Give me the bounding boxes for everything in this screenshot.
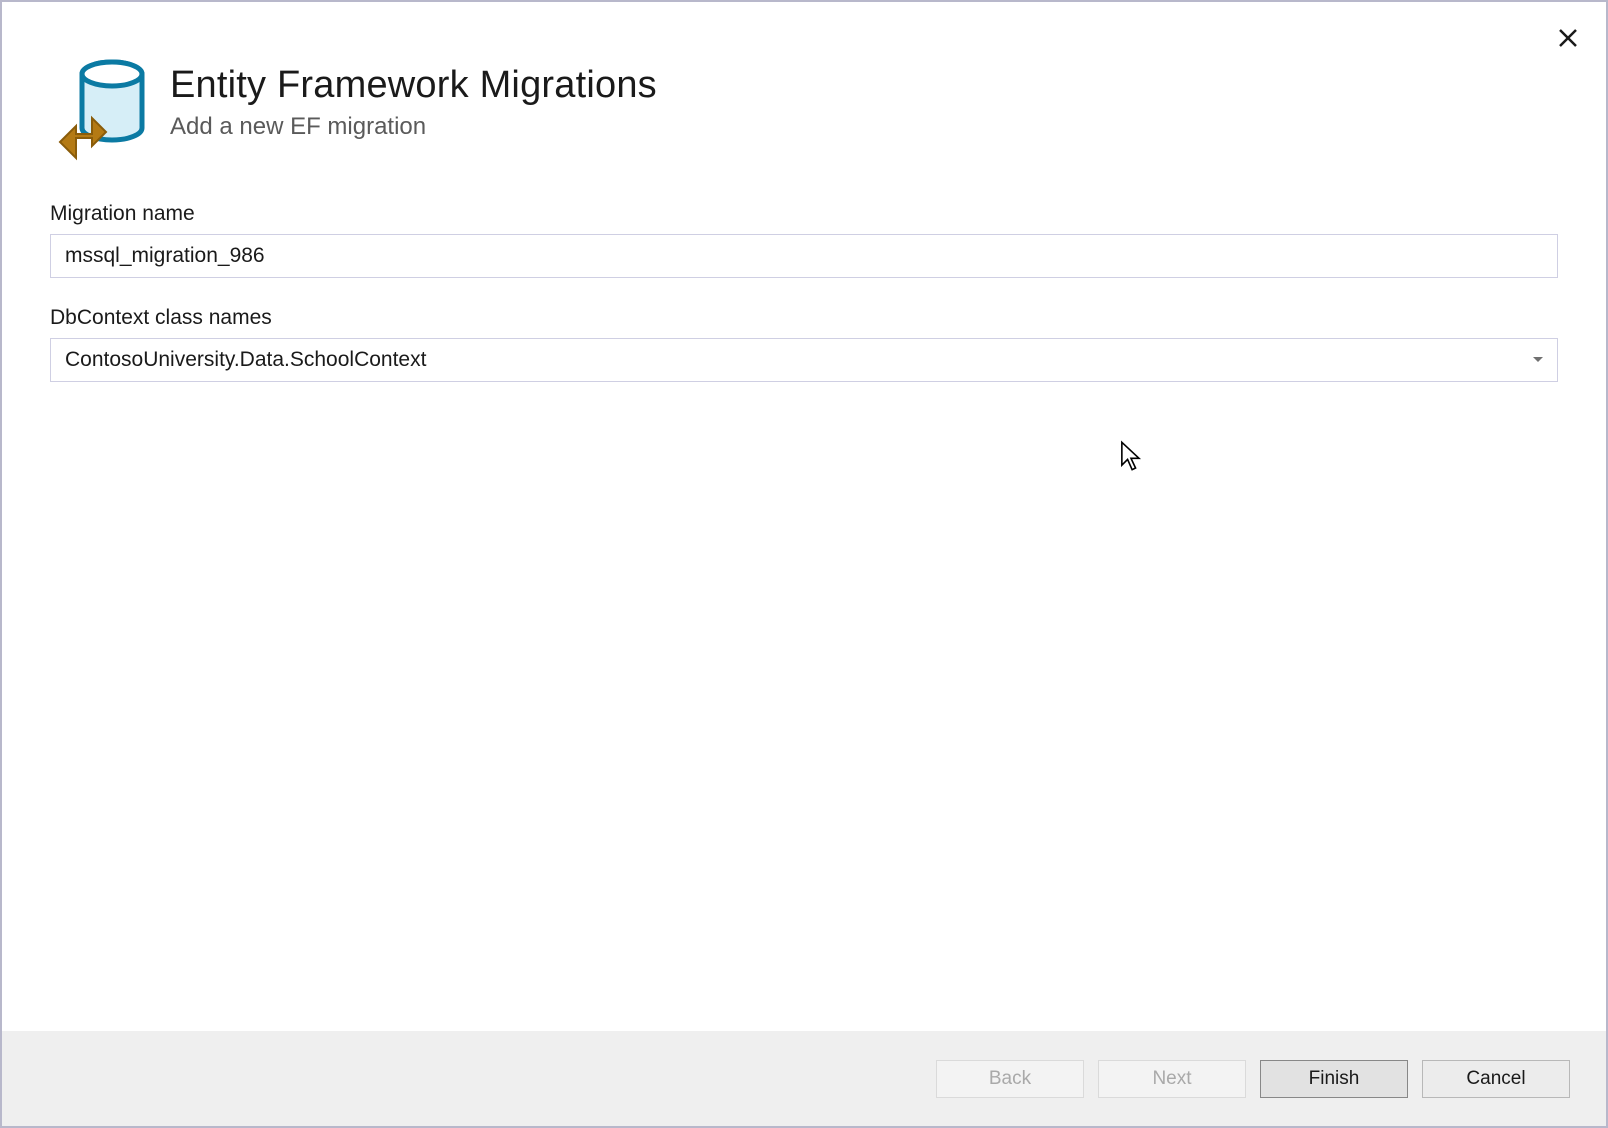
migration-name-label: Migration name [50, 202, 1558, 226]
dbcontext-label: DbContext class names [50, 306, 1558, 330]
dialog-subtitle: Add a new EF migration [170, 113, 657, 141]
form-area: Migration name DbContext class names [2, 188, 1606, 1031]
back-button: Back [936, 1060, 1084, 1098]
ef-migrations-icon [52, 58, 148, 168]
dbcontext-combobox[interactable] [50, 338, 1558, 382]
close-button[interactable] [1554, 24, 1582, 52]
next-button: Next [1098, 1060, 1246, 1098]
close-icon [1557, 27, 1579, 49]
migration-name-input[interactable] [50, 234, 1558, 278]
dialog-window: Entity Framework Migrations Add a new EF… [0, 0, 1608, 1128]
dbcontext-group: DbContext class names [50, 306, 1558, 382]
dialog-header: Entity Framework Migrations Add a new EF… [2, 2, 1606, 188]
dbcontext-input[interactable] [50, 338, 1558, 382]
dialog-title: Entity Framework Migrations [170, 64, 657, 107]
dialog-footer: Back Next Finish Cancel [2, 1031, 1606, 1126]
header-text-block: Entity Framework Migrations Add a new EF… [170, 58, 657, 141]
cancel-button[interactable]: Cancel [1422, 1060, 1570, 1098]
migration-name-group: Migration name [50, 202, 1558, 278]
finish-button[interactable]: Finish [1260, 1060, 1408, 1098]
